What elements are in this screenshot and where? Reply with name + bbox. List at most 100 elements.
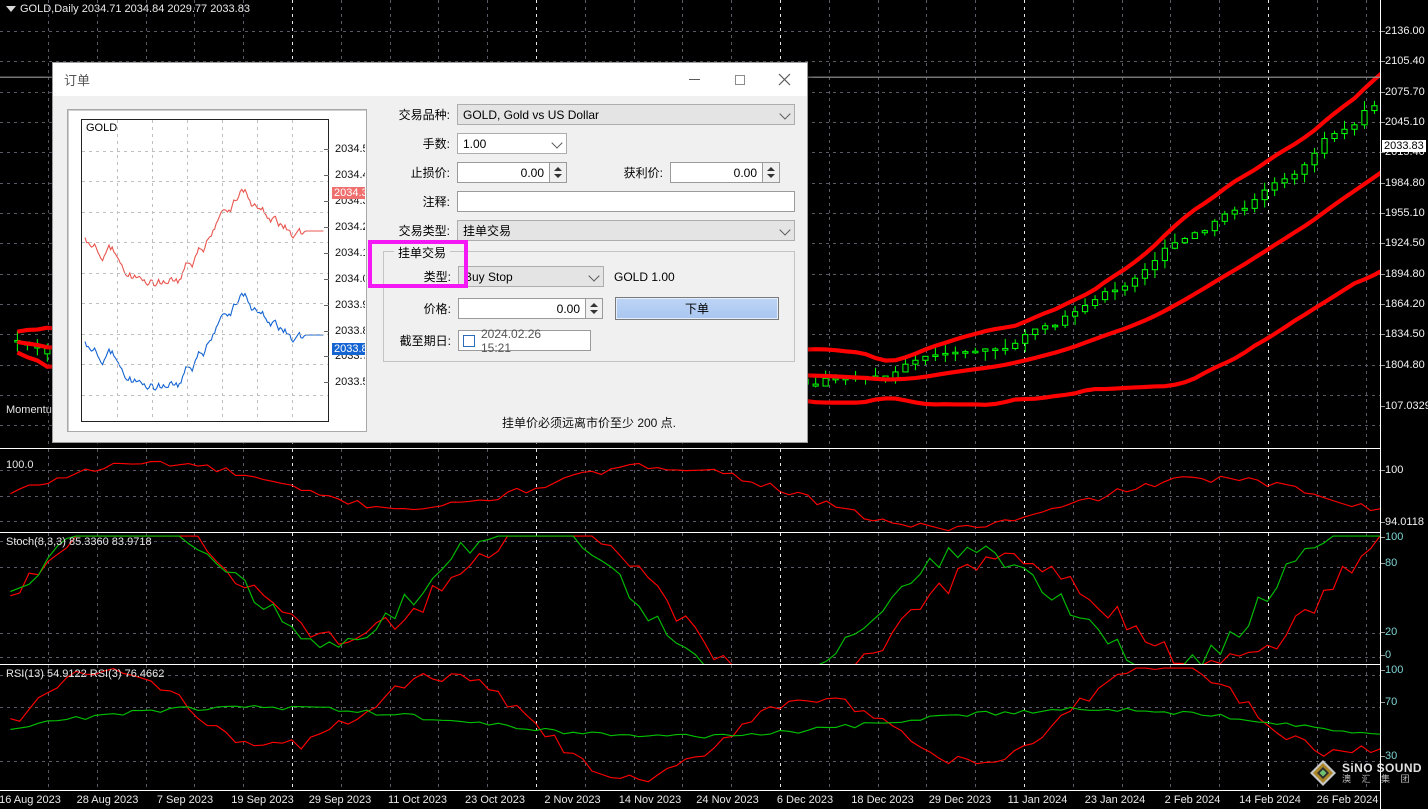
date-axis-label: 28 Aug 2023 (76, 794, 139, 806)
stochastic-pane[interactable] (0, 533, 1428, 664)
broker-logo: SiNO SOUND 澳 汇 集 团 (1309, 759, 1422, 787)
tick-chart-axis-label: 2034.57 (335, 143, 365, 155)
price-axis-tick: 1804.80 (1385, 359, 1425, 371)
date-axis-label: 11 Oct 2023 (387, 794, 448, 806)
logo-text-en: SiNO SOUND (1341, 760, 1422, 775)
bid-price-tag: 2033.83 (332, 343, 365, 355)
stoploss-stepper[interactable]: 0.00 (457, 162, 567, 183)
stoploss-label: 止损价: (410, 166, 450, 180)
pending-order-group-title: 挂单交易 (394, 244, 451, 261)
maximize-button[interactable] (717, 63, 762, 96)
tick-chart-panel[interactable]: GOLD 2034.572034.462034.352034.242034.13… (67, 109, 367, 432)
expiry-label: 截至期日: (399, 334, 451, 348)
expiry-value: 2024.02.26 15:21 (481, 326, 542, 355)
chevron-down-icon (779, 107, 791, 120)
arrow-up-icon[interactable] (767, 167, 775, 171)
price-input[interactable]: 0.00 (458, 298, 586, 319)
trade-type-select[interactable]: 挂单交易 (457, 220, 795, 241)
tick-chart-axis-label: 2033.59 (335, 376, 365, 388)
tick-chart-axis-label: 2033.91 (335, 299, 365, 311)
symbol-label: 交易品种: (398, 108, 450, 122)
date-axis-label: 18 Dec 2023 (851, 794, 914, 806)
price-axis[interactable]: 2136.00 2105.40 2075.70 2045.10 2015.40 1984.… (1380, 0, 1428, 809)
indicator-axis-tick: 107.0329 (1385, 400, 1428, 412)
stoploss-input[interactable]: 0.00 (457, 162, 550, 183)
expiry-checkbox[interactable] (463, 334, 475, 347)
place-order-button[interactable]: 下单 (615, 297, 779, 320)
chevron-down-icon (551, 136, 563, 149)
order-summary-text: GOLD 1.00 (614, 269, 675, 284)
rsi-series (10, 667, 1409, 783)
date-axis-label: 2 Feb 2024 (1164, 794, 1221, 806)
volume-value: 1.00 (463, 136, 487, 151)
price-axis-tick: 2045.10 (1385, 116, 1425, 128)
indicator-axis-tick: 100 (1385, 531, 1404, 543)
arrow-up-icon[interactable] (590, 303, 598, 307)
tick-chart-axis-label: 2033.80 (335, 325, 365, 337)
momentum-level-label: 100.0 (6, 459, 34, 471)
tick-chart-axis-label: 2034.24 (335, 221, 365, 233)
price-axis-tick: 1984.80 (1385, 177, 1425, 189)
maximize-icon (734, 74, 745, 85)
sl-tp-row: 止损价: 0.00 获利价: 0.00 (383, 162, 795, 183)
rsi-label: RSI(13) 54.9122 RSI(3) 76.4662 (6, 668, 165, 680)
pending-price-row: 价格: 0.00 下单 (394, 297, 784, 320)
indicator-axis-tick: 70 (1385, 696, 1398, 708)
order-dialog[interactable]: 订单 GOLD 2034. 2034. 2034. 2034. 2034. 20… (52, 62, 808, 443)
price-axis-tick: 2136.00 (1385, 25, 1425, 37)
arrow-down-icon[interactable] (554, 174, 562, 178)
indicator-axis-tick: 20 (1385, 626, 1398, 638)
symbol-select[interactable]: GOLD, Gold vs US Dollar (457, 104, 795, 125)
arrow-down-icon[interactable] (590, 310, 598, 314)
price-axis-tick: 1834.50 (1385, 328, 1425, 340)
date-axis-label: 6 Dec 2023 (776, 794, 834, 806)
price-spin-buttons[interactable] (586, 298, 603, 319)
rsi-pane[interactable] (0, 665, 1428, 790)
comment-row: 注释: (383, 191, 795, 212)
date-axis-label: 23 Jan 2024 (1084, 794, 1146, 806)
place-order-label: 下单 (684, 302, 709, 316)
comment-input[interactable] (457, 191, 795, 212)
takeprofit-spin-buttons[interactable] (763, 162, 780, 183)
tick-chart-plot: GOLD (81, 119, 329, 422)
takeprofit-label: 获利价: (623, 166, 663, 180)
pending-type-row: 类型: Buy Stop GOLD 1.00 (394, 266, 784, 287)
volume-select[interactable]: 1.00 (457, 133, 567, 154)
close-button[interactable] (762, 63, 807, 96)
momentum-pane[interactable] (0, 449, 1428, 532)
arrow-up-icon[interactable] (554, 167, 562, 171)
dialog-titlebar[interactable]: 订单 (53, 63, 807, 96)
close-icon (778, 73, 791, 86)
takeprofit-stepper[interactable]: 0.00 (670, 162, 780, 183)
date-axis-label: 11 Jan 2024 (1007, 794, 1068, 806)
price-axis-tick: 1894.80 (1385, 268, 1425, 280)
date-axis-label: 14 Feb 2024 (1239, 794, 1301, 806)
tick-chart-axis-label: 2034.46 (335, 169, 365, 181)
expiry-datetime-picker[interactable]: 2024.02.26 15:21 (458, 327, 591, 355)
pending-type-select[interactable]: Buy Stop (458, 266, 604, 287)
indicator-axis-tick: 100 (1385, 464, 1404, 476)
date-axis-label: 7 Sep 2023 (156, 794, 214, 806)
dialog-body: GOLD 2034.572034.462034.352034.242034.13… (53, 96, 807, 444)
date-axis-label: 29 Sep 2023 (308, 794, 372, 806)
takeprofit-input[interactable]: 0.00 (670, 162, 763, 183)
date-axis-label: 26 Feb 2024 (1316, 794, 1379, 806)
comment-label: 注释: (422, 195, 450, 209)
stochastic-label: Stoch(8,3,3) 85.3360 83.9718 (6, 536, 152, 548)
date-axis-label: 29 Dec 2023 (928, 794, 992, 806)
mt5-terminal-window: GOLD,Daily 2034.71 2034.84 2029.77 2033.… (0, 0, 1428, 809)
arrow-down-icon[interactable] (767, 174, 775, 178)
stoploss-spin-buttons[interactable] (550, 162, 567, 183)
date-axis[interactable]: 16 Aug 2023 28 Aug 2023 7 Sep 2023 19 Sep 2… (0, 790, 1380, 809)
trade-type-row: 交易类型: 挂单交易 (383, 220, 795, 241)
minimize-icon (689, 79, 700, 80)
chevron-down-icon (779, 223, 791, 236)
logo-text-cn: 澳 汇 集 团 (1341, 773, 1414, 784)
validation-message: 挂单价必须远离市价至少 200 点. (501, 416, 677, 430)
minimize-button[interactable] (672, 63, 717, 96)
price-stepper[interactable]: 0.00 (458, 298, 603, 319)
price-axis-tick: 1864.20 (1385, 298, 1425, 310)
pending-order-group: 挂单交易 类型: Buy Stop GOLD 1.00 价格: 0.00 下单 … (383, 244, 795, 362)
diamond-logo-icon (1309, 760, 1336, 786)
symbol-value: GOLD, Gold vs US Dollar (463, 107, 600, 122)
